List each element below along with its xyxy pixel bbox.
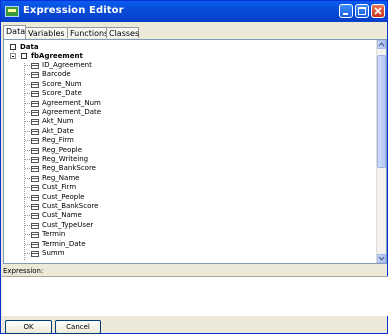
tree-field-label: Reg_People	[42, 145, 83, 154]
collapse-icon[interactable]	[10, 53, 16, 59]
title-bar[interactable]: Expression Editor	[1, 1, 387, 22]
field-icon	[31, 147, 39, 154]
tree-field-label: Reg_Firm	[42, 136, 74, 145]
field-icon	[31, 128, 39, 135]
minimize-button[interactable]	[339, 4, 353, 18]
vertical-scrollbar[interactable]	[376, 40, 386, 263]
tree-field-label: Reg_Name	[42, 173, 80, 182]
tree-field-label: Cust_TypeUser	[42, 220, 94, 229]
tree-field-label: Score_Num	[42, 79, 82, 88]
expression-editor-window: Expression Editor Data Variables Functio…	[0, 0, 388, 334]
field-icon	[31, 72, 39, 79]
chevron-down-icon	[378, 256, 385, 261]
tree-field-label: Cust_Name	[42, 211, 82, 220]
expression-label: Expression:	[3, 267, 44, 275]
ok-button[interactable]: OK	[5, 320, 52, 334]
chevron-up-icon	[378, 42, 385, 47]
field-icon	[31, 194, 39, 201]
tree-field-label: Cust_Firm	[42, 183, 77, 192]
tree-field-label: Reg_Writeing	[42, 155, 89, 163]
tree-field-label: Termin	[42, 230, 66, 239]
field-icon	[31, 110, 39, 116]
tab-variables[interactable]: Variables	[25, 27, 68, 38]
tree-field-label: Akt_Date	[42, 126, 74, 135]
tab-data[interactable]: Data	[3, 25, 26, 39]
field-icon	[31, 138, 39, 145]
data-tree[interactable]: Data fbAgreement ID_Agreement Barcode Scor…	[3, 39, 387, 264]
field-icon	[31, 166, 39, 173]
minimize-icon	[343, 13, 348, 15]
tree-field-label: ID_Agreement	[42, 61, 92, 69]
field-icon	[31, 185, 39, 192]
tree-field-label: Akt_Num	[42, 117, 74, 126]
dataset-icon	[21, 53, 27, 59]
field-icon	[31, 100, 39, 107]
field-icon	[31, 175, 39, 182]
database-icon	[10, 44, 16, 50]
tree-field-label: Cust_People	[42, 192, 85, 201]
tree-field-label: Reg_BankScore	[42, 164, 96, 173]
close-button[interactable]	[371, 4, 385, 18]
tree-field-label: Barcode	[42, 70, 71, 79]
tree-field-label: Cust_BankScore	[42, 202, 99, 210]
field-icon	[31, 213, 39, 220]
field-icon	[31, 232, 39, 239]
maximize-button[interactable]	[355, 4, 369, 18]
cancel-button[interactable]: Cancel	[55, 320, 101, 334]
field-icon	[31, 241, 39, 248]
scroll-thumb[interactable]	[377, 55, 386, 168]
expression-editor-icon	[5, 6, 19, 17]
tree-field-label: Agreement_Date	[42, 108, 102, 116]
scroll-up-button[interactable]	[377, 40, 386, 49]
tree-field-label: Termin_Date	[42, 239, 86, 248]
tree-field-label: Score_Date	[42, 89, 82, 98]
tab-functions[interactable]: Functions	[67, 27, 108, 38]
tree-field-label: Agreement_Num	[42, 98, 101, 107]
field-icon	[31, 204, 39, 210]
maximize-icon	[358, 7, 366, 15]
close-icon	[374, 7, 382, 15]
field-icon	[31, 157, 39, 163]
field-icon	[31, 119, 39, 126]
expression-input[interactable]	[2, 276, 388, 316]
tab-classes[interactable]: Classes	[106, 27, 139, 38]
field-icon	[31, 222, 39, 229]
field-icon	[31, 91, 39, 98]
tree-field-label: Summ	[42, 249, 65, 257]
scroll-down-button[interactable]	[377, 254, 386, 263]
field-icon	[31, 63, 39, 69]
field-icon	[31, 81, 39, 88]
field-icon	[31, 251, 39, 257]
window-title: Expression Editor	[23, 5, 124, 16]
